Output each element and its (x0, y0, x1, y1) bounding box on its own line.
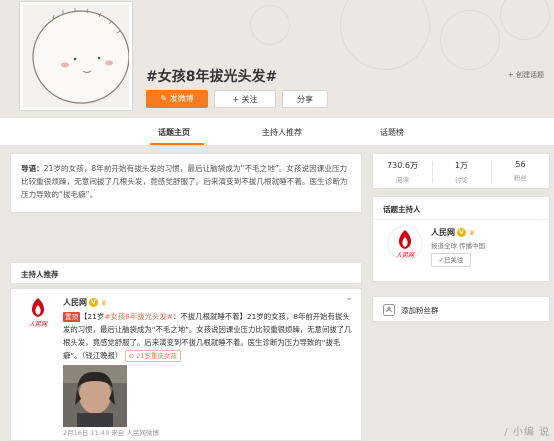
active-tab-indicator (150, 143, 204, 145)
tab-topic-rank[interactable]: 话题榜 (380, 127, 404, 138)
stat-reads-value: 730.6万 (387, 161, 418, 170)
stat-discussions-label: 讨论 (455, 176, 468, 184)
stat-fans-value: 56 (515, 160, 526, 169)
location-tag[interactable]: ⊘ 21岁重庆女孩 (124, 350, 181, 362)
followed-button[interactable]: ✓已关注 (431, 253, 471, 267)
topic-tabs: 话题主页 主持人推荐 话题榜 (0, 118, 554, 146)
host-heading: 话题主持人 (383, 205, 421, 214)
verified-icon: V (89, 298, 98, 307)
host-description: 报道全球 传播中国 (431, 242, 486, 250)
post-text-lead: 【21岁 (80, 312, 105, 321)
host-name[interactable]: 人民网 V ♛ (431, 227, 475, 238)
fans-group-label: 添加粉丝群 (401, 306, 439, 315)
follow-button[interactable]: + 关注 (214, 90, 276, 108)
fans-group-card[interactable]: 添加粉丝群 (372, 296, 550, 322)
stat-fans-label: 粉丝 (514, 174, 527, 182)
watermark: / 小编 说 (504, 427, 550, 438)
create-topic-link[interactable]: + 创建话题 (508, 70, 544, 80)
post-weibo-label: 发微博 (169, 94, 194, 103)
tab-topic-home[interactable]: 话题主页 (158, 127, 190, 138)
banner-decoration (440, 10, 500, 70)
location-tag-label: 21岁重庆女孩 (136, 352, 177, 360)
topic-stats: 730.6万 阅读 1万 讨论 56 粉丝 (372, 153, 550, 189)
link-icon: ⊘ (128, 352, 137, 360)
banner-decoration (500, 0, 550, 40)
gold-crown-icon: ♛ (100, 299, 108, 307)
banner-decoration (250, 5, 290, 45)
stat-fans[interactable]: 56 粉丝 (491, 160, 550, 182)
fans-group-icon (383, 304, 395, 316)
topic-intro: 导语：21岁的女孩，8年前开始有拔头发的习惯，最后让脑袋成为“不毛之地”。女孩说… (10, 153, 362, 213)
gold-crown-icon: ♛ (468, 229, 476, 237)
banner-decoration (340, 0, 430, 70)
topic-host-card: 话题主持人 人民网 人民网 V ♛ 报道全球 传播中国 ✓已关注 (372, 196, 550, 282)
pinned-badge: 置顶 (63, 312, 80, 322)
post-weibo-button[interactable]: ✎ 发微博 (146, 90, 208, 108)
verified-icon: V (457, 228, 466, 237)
post-meta: 2月16日 11:40 来自 人民网微博 (63, 429, 159, 437)
svg-text:人民网: 人民网 (29, 320, 48, 328)
people-daily-logo[interactable]: 人民网 (387, 225, 423, 261)
chevron-down-icon[interactable]: ⌄ (345, 293, 353, 303)
topic-banner: #女孩8年拔光头发# + 创建话题 ✎ 发微博 + 关注 分享 (0, 0, 554, 118)
share-button[interactable]: 分享 (282, 90, 328, 108)
post-author-avatar[interactable]: 人民网 (21, 295, 55, 329)
host-recommend-heading: 主持人推荐 (10, 262, 362, 284)
intro-label: 导语： (21, 164, 44, 173)
stat-discussions[interactable]: 1万 讨论 (432, 160, 491, 184)
topic-title: #女孩8年拔光头发# (146, 69, 278, 85)
weibo-post: 人民网 人民网 V ♛ ⌄ 置顶 【21岁#女孩8年拔光头发#：不拔几根就睡不着】2… (10, 288, 362, 441)
cartoon-face-image (32, 8, 129, 104)
post-photo[interactable] (63, 365, 127, 427)
stat-reads: 730.6万 阅读 (373, 160, 432, 184)
stat-reads-label: 阅读 (396, 176, 409, 184)
edit-icon: ✎ (160, 94, 170, 103)
post-author-name[interactable]: 人民网 V ♛ (63, 297, 107, 308)
svg-text:人民网: 人民网 (396, 251, 415, 259)
post-body: 置顶 【21岁#女孩8年拔光头发#：不拔几根就睡不着】21岁的女孩，8年前开始有拔… (63, 310, 355, 362)
intro-text: 21岁的女孩，8年前开始有拔头发的习惯，最后让脑袋成为“不毛之地”。女孩说因课业… (21, 164, 348, 199)
divider (373, 219, 549, 220)
stat-discussions-value: 1万 (454, 161, 469, 170)
topic-link[interactable]: #女孩8年拔光头发# (104, 312, 173, 321)
topic-avatar (20, 2, 132, 110)
tab-host-recommend[interactable]: 主持人推荐 (262, 127, 302, 138)
